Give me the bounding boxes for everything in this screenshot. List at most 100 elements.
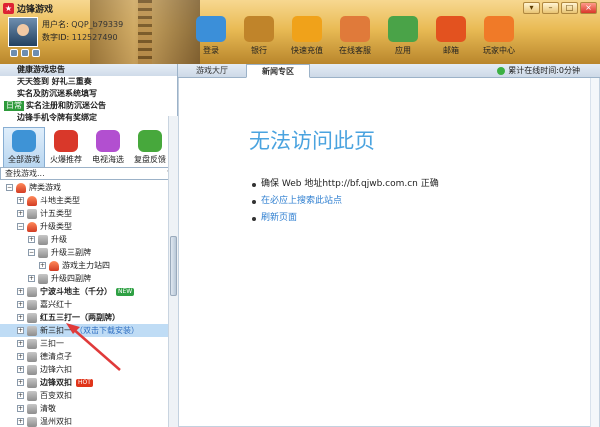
- tree-scrollbar[interactable]: [168, 116, 178, 427]
- tab-game-hall[interactable]: 游戏大厅: [180, 64, 244, 78]
- collapse-icon[interactable]: −: [17, 223, 24, 230]
- online-time-text: 累计在线时间:0分钟: [508, 66, 580, 75]
- game-tab-0[interactable]: 全部游戏: [3, 127, 45, 167]
- tree-node[interactable]: + 斗地主类型: [0, 194, 168, 207]
- expand-icon[interactable]: +: [17, 340, 24, 347]
- tree-node-label: 升级类型: [40, 222, 72, 231]
- notice-item[interactable]: 实名及防沉迷系统填写: [0, 88, 177, 100]
- error-suggestion-link[interactable]: 刷新页面: [252, 210, 439, 227]
- tree-node[interactable]: + 新三扣一 （双击下载安装）: [0, 324, 168, 337]
- category-icon: [49, 260, 59, 271]
- minimize-icon[interactable]: –: [542, 2, 559, 14]
- window-controls: ▾ – □ ×: [523, 2, 597, 14]
- tree-node[interactable]: − 牌类游戏: [0, 181, 168, 194]
- notice-item[interactable]: 健康游戏忠告: [0, 64, 177, 76]
- expand-icon[interactable]: +: [17, 418, 24, 425]
- tree-node[interactable]: + 德清点子: [0, 350, 168, 363]
- game-tab-label: 电视海选: [92, 155, 124, 164]
- error-suggestion: 确保 Web 地址http://bf.qjwb.com.cn 正确: [252, 176, 439, 193]
- game-tab-3[interactable]: 复盘反馈: [129, 127, 171, 167]
- tree-node-label: 游戏主力站四: [62, 261, 110, 270]
- tree-node[interactable]: + 温州双扣: [0, 415, 168, 427]
- expand-icon[interactable]: +: [17, 392, 24, 399]
- tree-node-label: 德清点子: [40, 352, 72, 361]
- tree-node-label: 新三扣一: [40, 326, 72, 335]
- expand-icon[interactable]: +: [39, 262, 46, 269]
- yen-coin-icon: [292, 16, 322, 42]
- tree-node[interactable]: + 升级四副牌: [0, 272, 168, 285]
- tree-node[interactable]: − 升级三副牌: [0, 246, 168, 259]
- content-scrollbar[interactable]: [590, 78, 599, 427]
- tree-node[interactable]: + 清敬: [0, 402, 168, 415]
- tree-node[interactable]: + 边锋双扣 HOT: [0, 376, 168, 389]
- expand-icon[interactable]: +: [17, 314, 24, 321]
- category-icon: [27, 221, 37, 232]
- status-icon-1[interactable]: [10, 49, 18, 57]
- collapse-icon[interactable]: −: [28, 249, 35, 256]
- tree-node-label: 升级: [51, 235, 67, 244]
- status-icons: [10, 49, 40, 57]
- search-input[interactable]: 查找游戏... ▼: [0, 167, 178, 180]
- nav-item-0[interactable]: 登录: [188, 16, 234, 56]
- menu-icon[interactable]: ▾: [523, 2, 540, 14]
- avatar[interactable]: [8, 17, 38, 47]
- expand-icon[interactable]: +: [17, 353, 24, 360]
- tree-node-label: 红五三打一（两副牌）: [40, 313, 120, 322]
- nav-item-3[interactable]: 在线客服: [332, 16, 378, 56]
- party-horn-icon: [484, 16, 514, 42]
- error-suggestion-link[interactable]: 在必应上搜索此站点: [252, 193, 439, 210]
- error-suggestions: 确保 Web 地址http://bf.qjwb.com.cn 正确 在必应上搜索此…: [252, 176, 439, 227]
- notice-item[interactable]: 边锋手机令牌有奖绑定: [0, 112, 177, 124]
- expand-icon[interactable]: +: [17, 379, 24, 386]
- nav-item-2[interactable]: 快速充值: [284, 16, 330, 56]
- tree-node-label: 升级三副牌: [51, 248, 91, 257]
- category-icon: [16, 182, 26, 193]
- tree-scrollbar-thumb[interactable]: [170, 236, 177, 296]
- tree-node[interactable]: + 百变双扣: [0, 389, 168, 402]
- restore-icon[interactable]: □: [561, 2, 578, 14]
- tree-node-label: 百变双扣: [40, 391, 72, 400]
- game-tab-2[interactable]: 电视海选: [87, 127, 129, 167]
- nav-item-4[interactable]: 应用: [380, 16, 426, 56]
- status-icon-3[interactable]: [32, 49, 40, 57]
- wallet-icon: [244, 16, 274, 42]
- notice-item[interactable]: 日常 实名注册和防沉迷公告: [0, 100, 177, 112]
- expand-icon[interactable]: +: [28, 236, 35, 243]
- expand-icon[interactable]: +: [17, 210, 24, 217]
- game-icon: [27, 312, 37, 323]
- status-icon-2[interactable]: [21, 49, 29, 57]
- install-hint: （双击下载安装）: [75, 326, 139, 335]
- tree-node[interactable]: + 宁波斗地主（千分） NEW: [0, 285, 168, 298]
- tree-node[interactable]: − 升级类型: [0, 220, 168, 233]
- tree-node[interactable]: + 边锋六扣: [0, 363, 168, 376]
- tree-node[interactable]: + 嘉兴红十: [0, 298, 168, 311]
- tree-node[interactable]: + 升级: [0, 233, 168, 246]
- tv-icon: [96, 130, 120, 152]
- tree-node-label: 清敬: [40, 404, 56, 413]
- tree-node[interactable]: + 计五类型: [0, 207, 168, 220]
- hot-badge: HOT: [76, 378, 93, 387]
- close-icon[interactable]: ×: [580, 2, 597, 14]
- tree-node-label: 斗地主类型: [40, 196, 80, 205]
- expand-icon[interactable]: +: [17, 288, 24, 295]
- online-time: 累计在线时间:0分钟: [497, 65, 580, 77]
- tab-news[interactable]: 新闻专区: [246, 64, 310, 78]
- expand-icon[interactable]: +: [17, 405, 24, 412]
- notice-item[interactable]: 天天签到 好礼三重奏: [0, 76, 177, 88]
- nav-item-6[interactable]: 玩家中心: [476, 16, 522, 56]
- notice-text: 实名注册和防沉迷公告: [26, 101, 106, 110]
- game-tab-1[interactable]: 火爆推荐: [45, 127, 87, 167]
- expand-icon[interactable]: +: [17, 327, 24, 334]
- expand-icon[interactable]: +: [17, 301, 24, 308]
- expand-icon[interactable]: +: [17, 366, 24, 373]
- nav-item-1[interactable]: 银行: [236, 16, 282, 56]
- expand-icon[interactable]: +: [17, 197, 24, 204]
- expand-icon[interactable]: +: [28, 275, 35, 282]
- tree-node[interactable]: + 三扣一: [0, 337, 168, 350]
- tree-node[interactable]: + 游戏主力站四: [0, 259, 168, 272]
- nav-item-5[interactable]: 邮箱: [428, 16, 474, 56]
- game-icon: [38, 234, 48, 245]
- collapse-icon[interactable]: −: [6, 184, 13, 191]
- tree-node[interactable]: + 红五三打一（两副牌）: [0, 311, 168, 324]
- game-icon: [27, 338, 37, 349]
